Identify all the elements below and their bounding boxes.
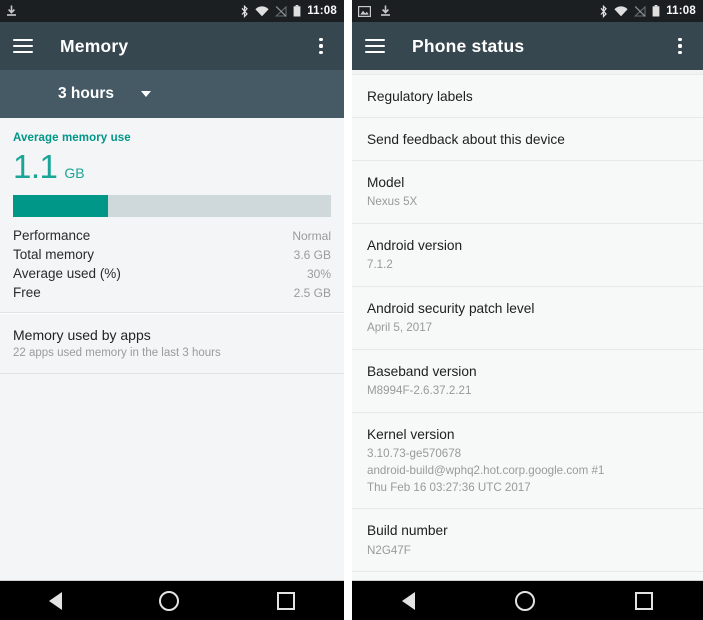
list-item-title: Android version — [367, 238, 463, 254]
list-item[interactable]: Baseband version M8994F-2.6.37.2.21 — [352, 350, 703, 413]
memory-stat-row: Free 2.5 GB — [13, 283, 331, 302]
hamburger-icon[interactable] — [13, 38, 33, 54]
battery-icon — [652, 5, 660, 17]
memory-stat-key: Total memory — [13, 247, 95, 262]
dual-screenshot-container: 11:08 Memory 3 hours Average memory use … — [0, 0, 703, 620]
list-item-subtitle: 7.1.2 — [367, 258, 393, 272]
memory-usage-bar-fill — [13, 195, 109, 217]
home-icon[interactable] — [515, 590, 535, 611]
memory-used-by-apps-item[interactable]: Memory used by apps 22 apps used memory … — [0, 313, 344, 374]
list-item-subtitle: 3.10.73-ge570678 android-build@wphq2.hot.… — [367, 447, 605, 494]
memory-stat-key: Average used (%) — [13, 266, 121, 281]
right-phone-screen: 11:08 Phone status Regulatory labels Send… — [352, 0, 703, 620]
left-navigation-bar — [0, 580, 344, 620]
back-icon[interactable] — [48, 591, 62, 610]
panel-divider — [344, 0, 352, 620]
duration-spinner-label: 3 hours — [58, 85, 114, 102]
list-item[interactable]: Send feedback about this device — [352, 118, 703, 162]
left-status-bar: 11:08 — [0, 0, 344, 22]
right-status-bar: 11:08 — [352, 0, 703, 22]
battery-icon — [293, 5, 301, 17]
back-icon[interactable] — [402, 591, 415, 610]
kebab-icon[interactable] — [671, 37, 689, 55]
signal-off-icon — [634, 5, 646, 17]
list-item-title: Baseband version — [367, 364, 477, 380]
bluetooth-icon — [600, 4, 608, 18]
list-item-title: Android security patch level — [367, 301, 535, 317]
duration-spinner[interactable]: 3 hours — [0, 70, 344, 118]
bluetooth-icon — [241, 4, 249, 18]
list-item[interactable]: Build number N2G47F — [352, 509, 703, 573]
list-item-subtitle: April 5, 2017 — [367, 321, 433, 335]
memory-stat-value: 30% — [306, 267, 331, 281]
memory-used-by-apps-subtitle: 22 apps used memory in the last 3 hours — [13, 347, 221, 359]
list-item-subtitle: M8994F-2.6.37.2.21 — [367, 384, 472, 398]
hamburger-icon[interactable] — [365, 38, 385, 54]
memory-stat-key: Performance — [13, 228, 91, 243]
list-item-title: Kernel version — [367, 426, 455, 442]
download-icon — [7, 5, 16, 16]
left-status-bar-notifications — [6, 5, 17, 17]
home-icon[interactable] — [159, 590, 180, 611]
average-memory-caption: Average memory use — [13, 132, 131, 144]
list-item[interactable]: Kernel version 3.10.73-ge570678 android-bu… — [352, 412, 703, 510]
page-title: Memory — [60, 35, 129, 56]
right-status-bar-system-icons: 11:08 — [599, 4, 696, 18]
memory-stat-value: 2.5 GB — [293, 286, 331, 300]
average-memory-number: 1.1 — [13, 148, 58, 185]
right-toolbar: Phone status — [352, 22, 703, 70]
page-title: Phone status — [412, 35, 525, 56]
list-item[interactable]: Android version 7.1.2 — [352, 224, 703, 288]
list-item-title: Model — [367, 175, 405, 191]
memory-stats-list: Performance Normal Total memory 3.6 GB Avera… — [13, 226, 331, 302]
memory-stat-value: 3.6 GB — [293, 248, 331, 262]
right-navigation-bar — [352, 580, 703, 620]
memory-stat-row: Total memory 3.6 GB — [13, 245, 331, 264]
memory-stat-value: Normal — [292, 229, 331, 243]
memory-stat-row: Performance Normal — [13, 226, 331, 245]
download-icon — [381, 5, 390, 16]
memory-content: Average memory use 1.1 GB Performance Nor… — [0, 118, 344, 580]
screenshot-icon — [358, 5, 371, 17]
list-item-subtitle: Nexus 5X — [367, 195, 418, 209]
average-memory-card: Average memory use 1.1 GB Performance Nor… — [0, 118, 344, 313]
list-item-subtitle: N2G47F — [367, 543, 411, 557]
status-list-container: Regulatory labels Send feedback about thi… — [352, 75, 703, 573]
left-phone-screen: 11:08 Memory 3 hours Average memory use … — [0, 0, 344, 620]
status-bar-clock: 11:08 — [307, 5, 337, 17]
wifi-icon — [255, 5, 269, 16]
right-status-bar-notifications — [358, 5, 391, 17]
signal-off-icon — [275, 5, 287, 17]
left-toolbar: Memory — [0, 22, 344, 70]
average-memory-unit: GB — [64, 165, 85, 181]
list-item-title: Build number — [367, 523, 448, 539]
memory-stat-key: Free — [13, 285, 41, 300]
average-memory-value: 1.1 GB — [13, 150, 331, 183]
wifi-icon — [614, 5, 628, 16]
kebab-icon[interactable] — [312, 37, 330, 55]
recents-icon[interactable] — [277, 591, 296, 610]
status-bar-clock: 11:08 — [666, 5, 696, 17]
list-item[interactable]: Model Nexus 5X — [352, 161, 703, 225]
recents-icon[interactable] — [635, 591, 653, 610]
chevron-down-icon — [140, 91, 151, 97]
memory-usage-bar — [13, 195, 331, 217]
list-item[interactable]: Regulatory labels — [352, 75, 703, 119]
list-item-title: Send feedback about this device — [367, 132, 565, 148]
memory-used-by-apps-title: Memory used by apps — [13, 327, 151, 343]
list-item[interactable]: Android security patch level April 5, 201… — [352, 287, 703, 351]
phone-status-list: Regulatory labels Send feedback about thi… — [352, 70, 703, 580]
left-status-bar-system-icons: 11:08 — [240, 4, 337, 18]
memory-stat-row: Average used (%) 30% — [13, 264, 331, 283]
list-item-title: Regulatory labels — [367, 89, 473, 104]
